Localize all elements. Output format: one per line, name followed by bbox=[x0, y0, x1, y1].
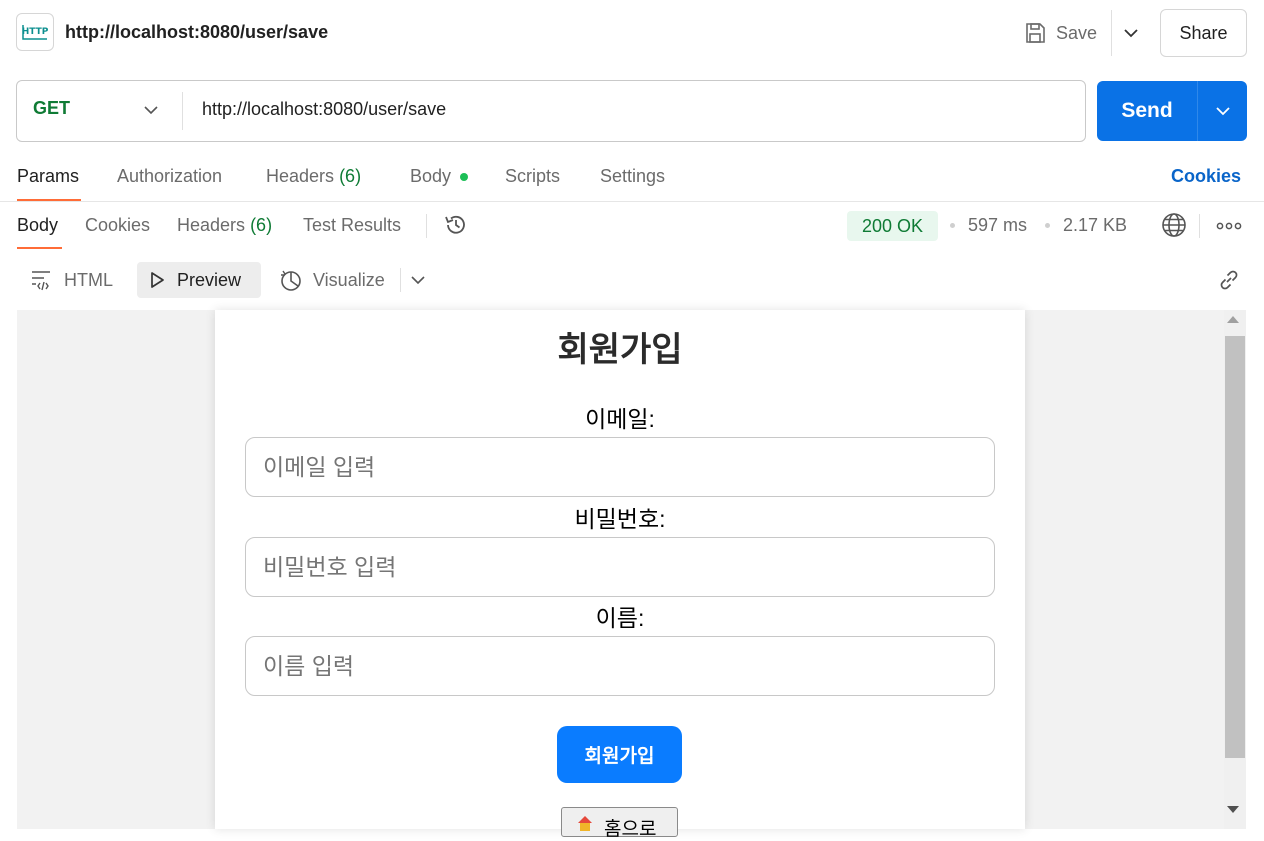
svg-text:HTTP: HTTP bbox=[22, 27, 49, 37]
name-field[interactable] bbox=[245, 636, 995, 696]
separator-dot bbox=[1045, 223, 1050, 228]
tab-headers-count: (6) bbox=[339, 166, 362, 186]
send-options-chevron-down-icon[interactable] bbox=[1198, 81, 1247, 141]
signup-submit-button[interactable]: 회원가입 bbox=[557, 726, 682, 783]
response-size[interactable]: 2.17 KB bbox=[1063, 215, 1127, 236]
http-request-icon: HTTP bbox=[16, 13, 54, 51]
tab-scripts[interactable]: Scripts bbox=[505, 166, 560, 187]
url-input[interactable]: http://localhost:8080/user/save bbox=[202, 99, 446, 120]
save-label: Save bbox=[1056, 22, 1098, 43]
play-icon bbox=[151, 272, 164, 288]
password-label: 비밀번호: bbox=[574, 506, 666, 532]
link-icon[interactable] bbox=[1216, 267, 1242, 293]
divider bbox=[182, 92, 183, 130]
save-options-chevron-down-icon[interactable] bbox=[1117, 16, 1145, 50]
body-indicator-dot bbox=[460, 173, 468, 181]
house-icon bbox=[578, 816, 592, 831]
scroll-down-arrow-icon[interactable] bbox=[1227, 806, 1239, 813]
response-tab-headers-count: (6) bbox=[250, 215, 273, 235]
code-wrap-icon bbox=[32, 271, 50, 291]
response-tab-cookies[interactable]: Cookies bbox=[85, 215, 150, 236]
tab-authorization[interactable]: Authorization bbox=[117, 166, 222, 187]
url-bar bbox=[16, 80, 1086, 142]
tab-headers[interactable]: Headers (6) bbox=[266, 166, 361, 187]
name-label: 이름: bbox=[595, 605, 645, 631]
active-response-tab-underline bbox=[17, 247, 62, 249]
view-preview-label: Preview bbox=[177, 269, 242, 290]
home-button[interactable]: 홈으로 bbox=[561, 807, 678, 840]
visualize-icon bbox=[281, 270, 301, 291]
scrollbar-thumb[interactable] bbox=[1225, 336, 1245, 758]
visualize-options-chevron-down-icon[interactable] bbox=[407, 268, 429, 292]
status-badge[interactable]: 200 OK bbox=[847, 211, 938, 241]
globe-icon[interactable] bbox=[1161, 212, 1187, 238]
cookies-link[interactable]: Cookies bbox=[1171, 166, 1241, 187]
view-html-label: HTML bbox=[64, 269, 113, 290]
form-title: 회원가입 bbox=[557, 331, 683, 369]
view-visualize-button[interactable]: Visualize bbox=[269, 262, 395, 298]
tab-settings[interactable]: Settings bbox=[600, 166, 665, 187]
request-title: http://localhost:8080/user/save bbox=[65, 22, 329, 42]
divider bbox=[426, 214, 427, 238]
view-html-button[interactable]: HTML bbox=[20, 262, 123, 298]
tab-headers-label: Headers bbox=[266, 166, 335, 186]
send-button[interactable]: Send bbox=[1097, 81, 1197, 141]
method-select[interactable]: GET bbox=[33, 98, 70, 119]
method-chevron-down-icon[interactable] bbox=[140, 98, 162, 122]
history-icon[interactable] bbox=[443, 212, 469, 238]
save-button[interactable]: Save bbox=[1024, 16, 1097, 50]
share-button[interactable]: Share bbox=[1160, 9, 1247, 57]
tab-params[interactable]: Params bbox=[17, 166, 79, 187]
scroll-up-arrow-icon[interactable] bbox=[1227, 316, 1239, 323]
divider bbox=[1199, 214, 1200, 238]
email-label: 이메일: bbox=[585, 406, 655, 432]
response-tab-test-results[interactable]: Test Results bbox=[303, 215, 401, 236]
response-tab-headers-label: Headers bbox=[177, 215, 246, 235]
divider bbox=[0, 201, 1264, 202]
response-time[interactable]: 597 ms bbox=[968, 215, 1027, 236]
save-icon bbox=[1026, 23, 1045, 43]
view-visualize-label: Visualize bbox=[313, 269, 385, 290]
divider bbox=[400, 268, 401, 292]
home-button-label: 홈으로 bbox=[604, 819, 657, 840]
response-tab-headers[interactable]: Headers (6) bbox=[177, 215, 272, 236]
view-preview-button[interactable]: Preview bbox=[137, 262, 261, 298]
more-options-icon[interactable] bbox=[1216, 216, 1242, 236]
separator-dot bbox=[950, 223, 955, 228]
response-tab-body[interactable]: Body bbox=[17, 215, 58, 236]
tab-body[interactable]: Body bbox=[410, 166, 451, 187]
password-field[interactable] bbox=[245, 537, 995, 597]
divider bbox=[1111, 10, 1112, 56]
email-field[interactable] bbox=[245, 437, 995, 497]
